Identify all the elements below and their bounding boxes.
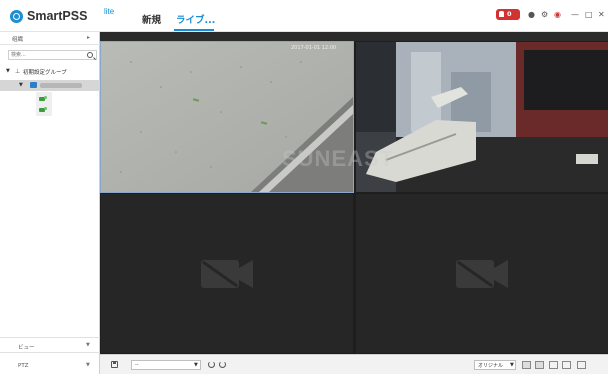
live-view-grid: 2017-01-01 12:00 bbox=[100, 32, 608, 354]
video-window-3[interactable] bbox=[101, 194, 353, 353]
sync-icon[interactable] bbox=[219, 361, 226, 368]
user-icon[interactable]: ● bbox=[528, 10, 535, 19]
save-icon[interactable] bbox=[111, 361, 118, 368]
tab-new[interactable]: 新規 bbox=[142, 12, 161, 26]
app-name: SmartPSS bbox=[27, 9, 88, 23]
ptz-section[interactable]: PTZ ▼ bbox=[0, 358, 100, 374]
org-header[interactable]: 组織 ▸ bbox=[0, 32, 100, 45]
device-sidebar: 组織 ▸ ▼ ⊥ 初期設定グループ ▼ ビュー ▼ PTZ ▼ bbox=[0, 32, 100, 374]
ptz-label: PTZ bbox=[18, 363, 29, 369]
caret-down-icon[interactable]: ▼ bbox=[19, 82, 23, 88]
group-icon: ⊥ bbox=[15, 68, 21, 75]
refresh-icon[interactable] bbox=[208, 361, 215, 368]
search-icon[interactable] bbox=[87, 52, 93, 58]
camera-channel-icon[interactable] bbox=[39, 107, 47, 113]
aspect-select-value: オリジナル bbox=[478, 363, 504, 369]
chevron-right-icon: ▸ bbox=[87, 34, 91, 41]
tree-device-item[interactable]: ▼ bbox=[0, 80, 100, 91]
video-window-4[interactable] bbox=[356, 194, 608, 353]
window-select-value: -- bbox=[135, 362, 139, 368]
search-box bbox=[8, 50, 97, 60]
watermark: SUNEAST bbox=[282, 146, 395, 171]
no-video-icon bbox=[201, 260, 253, 288]
alarm-count: 0 bbox=[507, 10, 512, 18]
no-video-icon bbox=[456, 260, 508, 288]
fullscreen-icon[interactable] bbox=[577, 361, 586, 369]
close-icon[interactable]: ✕ bbox=[598, 10, 605, 19]
edit-layout-icon[interactable] bbox=[562, 361, 571, 369]
channel-list bbox=[36, 92, 52, 116]
chevron-down-icon: ▼ bbox=[86, 342, 90, 348]
chevron-down-icon: ▼ bbox=[86, 362, 90, 368]
layout-4-icon[interactable] bbox=[535, 361, 544, 369]
title-bar: SmartPSS lite 新規 ライブ... 0 ● ⚙ ◉ — □ ✕ bbox=[0, 0, 608, 32]
tree-group-default[interactable]: ▼ ⊥ 初期設定グループ bbox=[6, 67, 98, 77]
view-section[interactable]: ビュー ▼ bbox=[0, 337, 100, 353]
bell-icon bbox=[499, 11, 504, 17]
aspect-select[interactable]: オリジナル ▼ bbox=[474, 360, 516, 370]
chevron-down-icon: ▼ bbox=[510, 362, 514, 368]
layout-1-icon[interactable] bbox=[522, 361, 531, 369]
gear-icon[interactable]: ⚙ bbox=[541, 10, 548, 19]
channel-overlay-text: 2017-01-01 12:00 bbox=[291, 45, 337, 51]
bottom-toolbar: -- ▼ オリジナル ▼ bbox=[100, 354, 608, 374]
minimize-icon[interactable]: — bbox=[571, 10, 579, 19]
camera-channel-icon[interactable] bbox=[39, 96, 47, 102]
search-input[interactable] bbox=[11, 51, 81, 59]
maximize-icon[interactable]: □ bbox=[585, 10, 593, 19]
app-name-suffix: lite bbox=[104, 7, 115, 16]
alarm-button[interactable]: 0 bbox=[496, 9, 520, 20]
layout-9-icon[interactable] bbox=[549, 361, 558, 369]
caret-down-icon[interactable]: ▼ bbox=[6, 68, 10, 74]
tab-live[interactable]: ライブ... bbox=[176, 12, 215, 26]
video-top-strip bbox=[100, 32, 608, 41]
tab-live-underline bbox=[174, 29, 214, 31]
window-select[interactable]: -- ▼ bbox=[131, 360, 201, 370]
lock-icon[interactable]: ◉ bbox=[554, 10, 561, 19]
device-name-redacted bbox=[40, 83, 82, 88]
tree-group-label: 初期設定グループ bbox=[23, 70, 67, 76]
chevron-down-icon: ▼ bbox=[194, 362, 198, 368]
device-icon bbox=[30, 82, 37, 88]
app-logo-icon bbox=[10, 10, 23, 23]
org-label: 组織 bbox=[12, 37, 24, 43]
view-label: ビュー bbox=[18, 345, 35, 351]
